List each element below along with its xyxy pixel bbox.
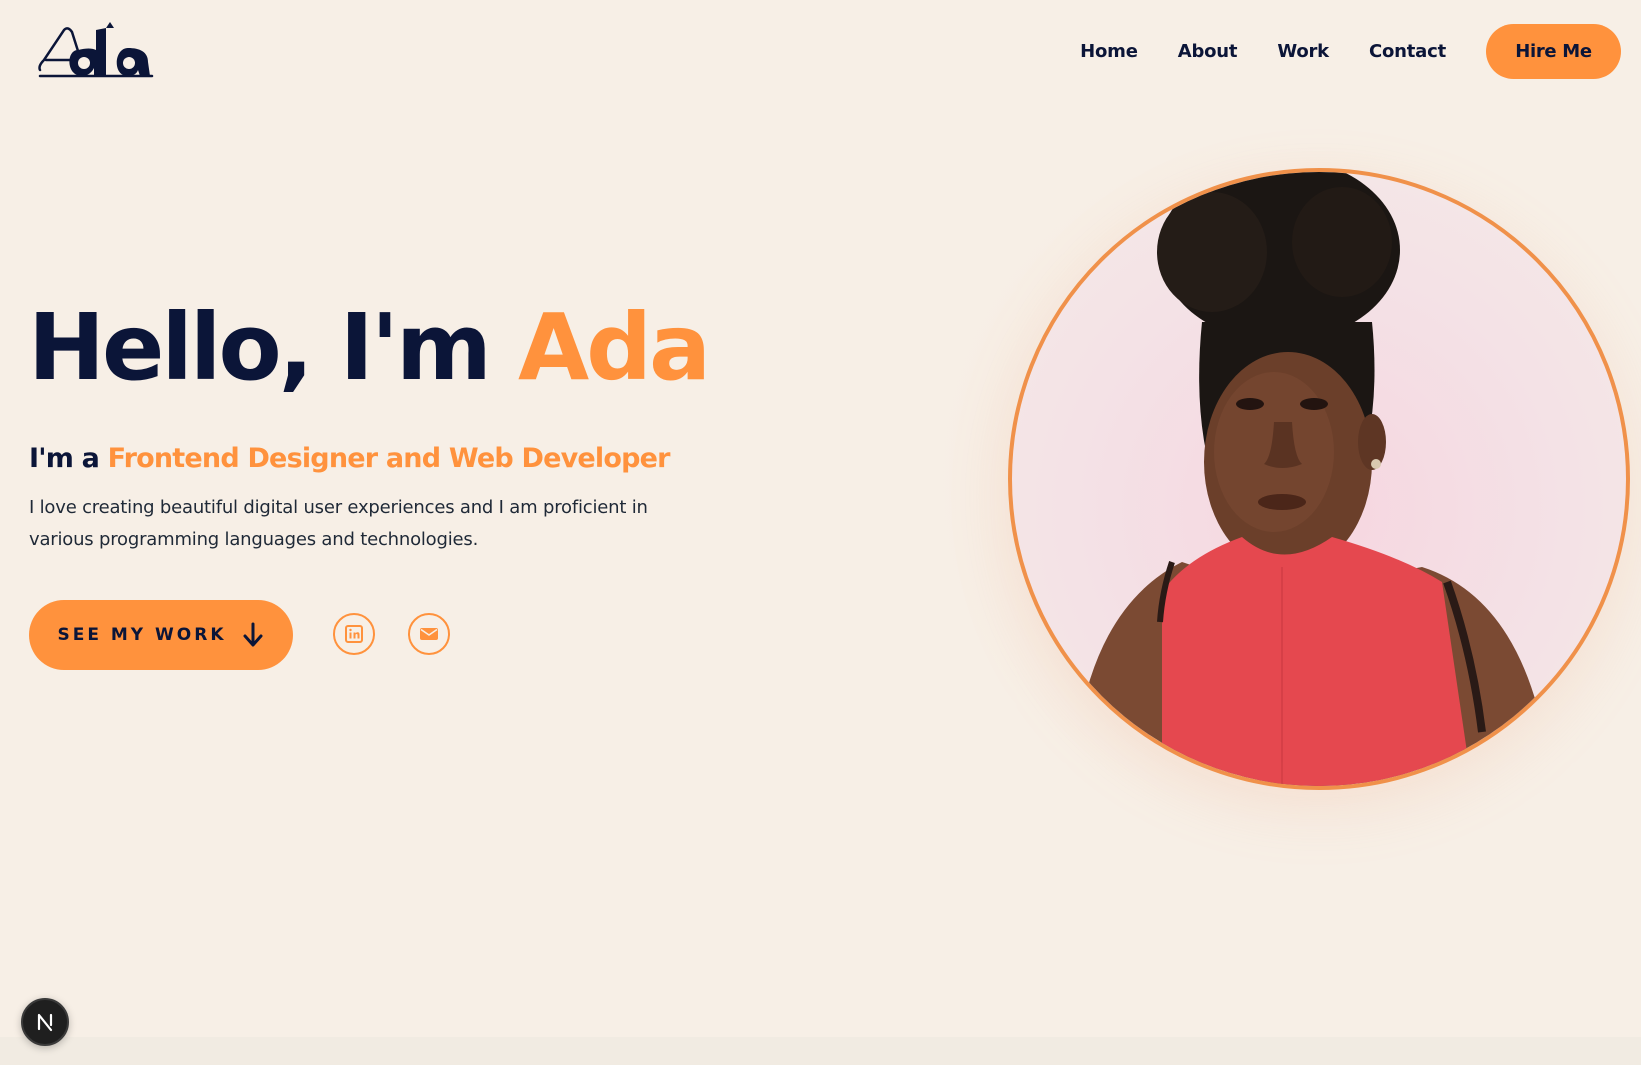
- mail-icon: [420, 628, 438, 640]
- hero-greeting: Hello, I'm: [28, 294, 518, 401]
- linkedin-button[interactable]: [333, 613, 375, 655]
- nav-contact-link[interactable]: Contact: [1369, 41, 1446, 62]
- role-title: Frontend Designer and Web Developer: [107, 443, 671, 474]
- portfolio-page: Home About Work Contact Hire Me Hello, I…: [0, 0, 1641, 1065]
- hire-me-button[interactable]: Hire Me: [1486, 24, 1621, 79]
- hero-role: I'm a Frontend Designer and Web Develope…: [29, 443, 671, 474]
- profile-photo: [1008, 168, 1630, 790]
- nav-work-link[interactable]: Work: [1277, 41, 1329, 62]
- linkedin-icon: [345, 625, 363, 643]
- hero-name: Ada: [517, 294, 711, 401]
- email-button[interactable]: [408, 613, 450, 655]
- nextjs-n-icon: [37, 1013, 53, 1032]
- hero-description: I love creating beautiful digital user e…: [29, 497, 648, 550]
- see-my-work-button[interactable]: SEE MY WORK: [29, 600, 293, 670]
- nextjs-dev-indicator[interactable]: [21, 998, 69, 1046]
- nav-home-link[interactable]: Home: [1080, 41, 1138, 62]
- portrait-illustration: [1072, 172, 1552, 786]
- main-nav: Home About Work Contact Hire Me: [1080, 24, 1621, 79]
- next-section-edge: [0, 1037, 1641, 1065]
- hero-heading: Hello, I'm Ada: [28, 299, 711, 397]
- see-my-work-label: SEE MY WORK: [57, 625, 227, 645]
- ada-logo[interactable]: [36, 20, 154, 82]
- role-prefix: I'm a: [29, 443, 108, 474]
- nav-about-link[interactable]: About: [1178, 41, 1238, 62]
- arrow-down-icon: [243, 622, 262, 647]
